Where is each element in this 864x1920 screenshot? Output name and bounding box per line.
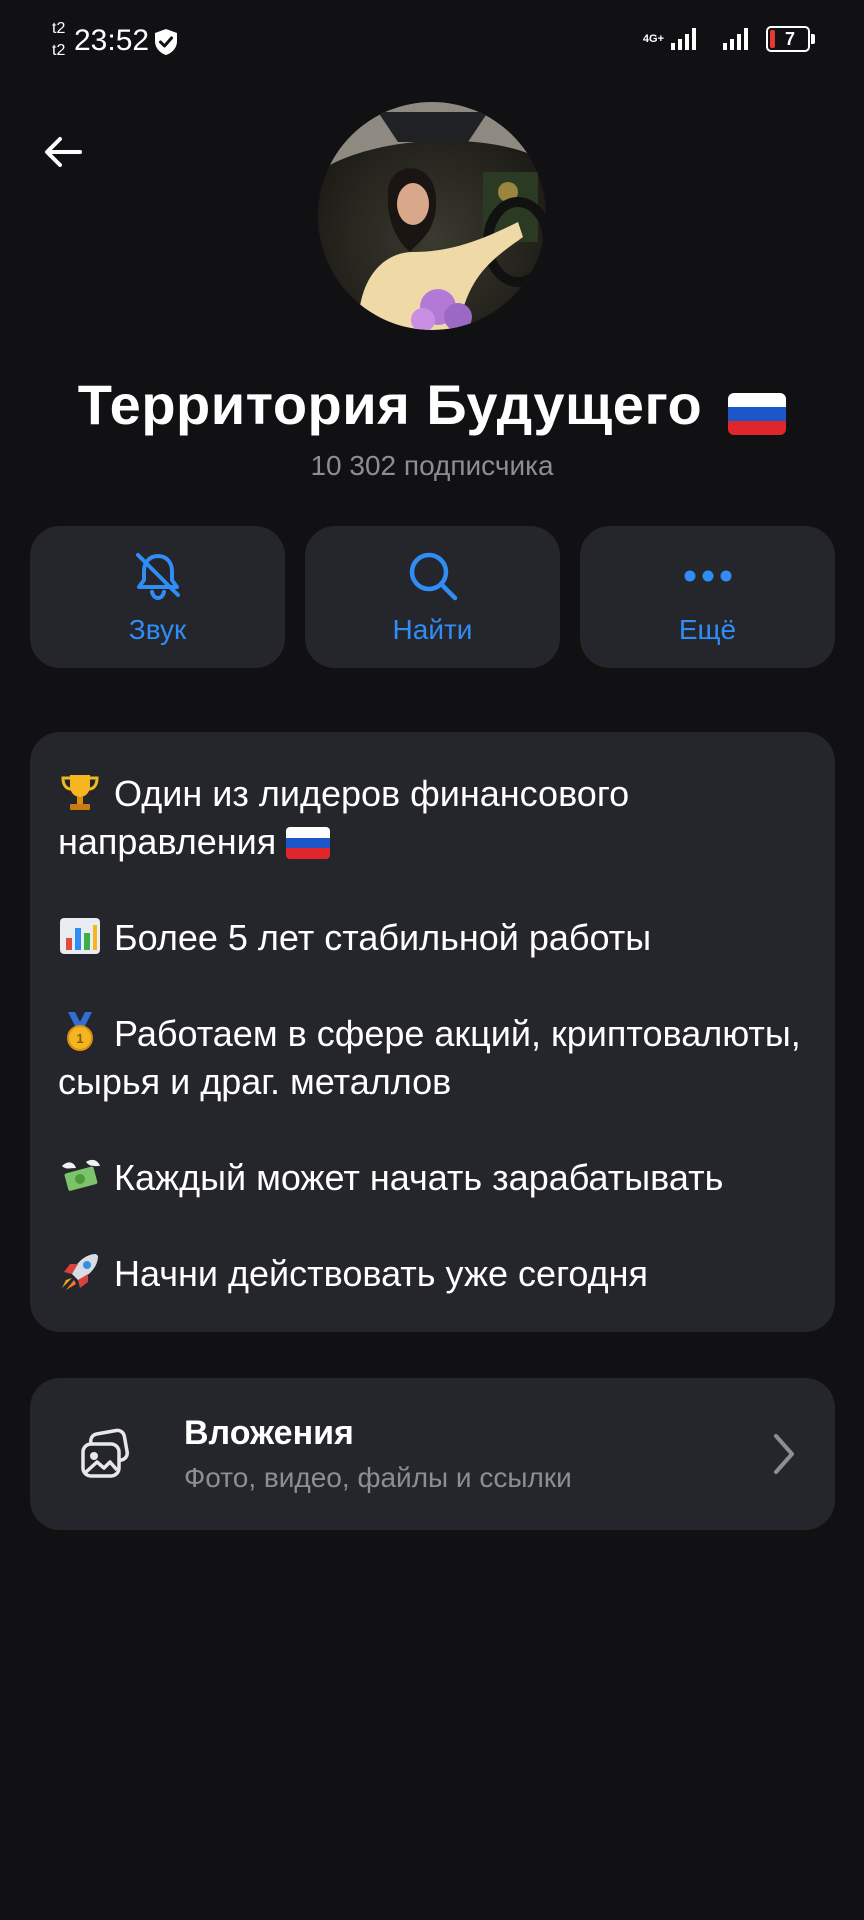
description-line: Один из лидеров финансового направления xyxy=(58,770,809,866)
description-line: 1 Работаем в сфере акций, криптовалюты, … xyxy=(58,1010,809,1106)
attachments-row[interactable]: Вложения Фото, видео, файлы и ссылки xyxy=(30,1378,835,1530)
status-bar: t2 t2 23:52 4G+ 7 xyxy=(0,0,864,84)
description-line: Более 5 лет стабильной работы xyxy=(58,914,809,962)
chevron-right-icon xyxy=(774,1434,794,1474)
network-type: 4G+ xyxy=(642,32,664,45)
search-button[interactable]: Найти xyxy=(305,526,560,668)
status-icons: 4G+ 7 xyxy=(642,26,815,52)
attachments-subtitle: Фото, видео, файлы и ссылки xyxy=(184,1462,572,1493)
back-arrow-icon[interactable] xyxy=(38,128,88,178)
rocket-icon xyxy=(62,1254,98,1290)
gold-medal-icon: 1 xyxy=(67,1012,93,1051)
description-text: Более 5 лет стабильной работы xyxy=(114,917,652,958)
carrier-top: t2 xyxy=(52,20,66,37)
sound-label: Звук xyxy=(128,614,187,645)
description-text: Начни действовать уже сегодня xyxy=(114,1253,649,1294)
action-buttons: Звук Найти Ещё xyxy=(30,526,835,668)
battery-level: 7 xyxy=(784,28,795,49)
carrier-label: t2 t2 xyxy=(52,18,65,62)
search-icon xyxy=(409,552,457,601)
description-text: Каждый может начать зарабатывать xyxy=(114,1157,724,1198)
sound-button[interactable]: Звук xyxy=(30,526,285,668)
channel-title-row: Территория Будущего xyxy=(0,372,864,441)
bar-chart-icon xyxy=(60,918,100,954)
description-line: Начни действовать уже сегодня xyxy=(58,1250,809,1298)
channel-title: Территория Будущего xyxy=(77,373,703,436)
more-label: Ещё xyxy=(678,614,737,645)
channel-description: Один из лидеров финансового направления … xyxy=(30,732,835,1332)
search-label: Найти xyxy=(392,614,473,645)
subscriber-count: 10 302 подписчика xyxy=(310,450,554,481)
channel-avatar[interactable] xyxy=(318,102,546,330)
more-button[interactable]: Ещё xyxy=(580,526,835,668)
description-line: Каждый может начать зарабатывать xyxy=(58,1154,809,1202)
bell-off-icon xyxy=(135,553,180,601)
money-with-wings-icon xyxy=(62,1159,100,1191)
avatar-photo xyxy=(318,102,546,330)
status-time: 23:52 xyxy=(74,24,150,57)
trophy-icon xyxy=(61,775,99,810)
russia-flag-icon xyxy=(728,392,787,435)
battery-icon: 7 xyxy=(766,26,815,52)
cell-signal-2-icon xyxy=(723,28,748,50)
attachments-title: Вложения xyxy=(184,1414,354,1452)
russia-flag-icon xyxy=(286,827,331,859)
shield-check-icon xyxy=(155,29,177,55)
carrier-bottom: t2 xyxy=(52,42,66,59)
more-dots-icon xyxy=(684,570,731,582)
description-text: Работаем в сфере акций, криптовалюты, сы… xyxy=(58,1013,801,1102)
cell-signal-icon xyxy=(671,28,696,50)
svg-text:1: 1 xyxy=(76,1031,83,1046)
media-gallery-icon xyxy=(81,1428,129,1478)
description-text: Один из лидеров финансового направления xyxy=(58,773,630,862)
